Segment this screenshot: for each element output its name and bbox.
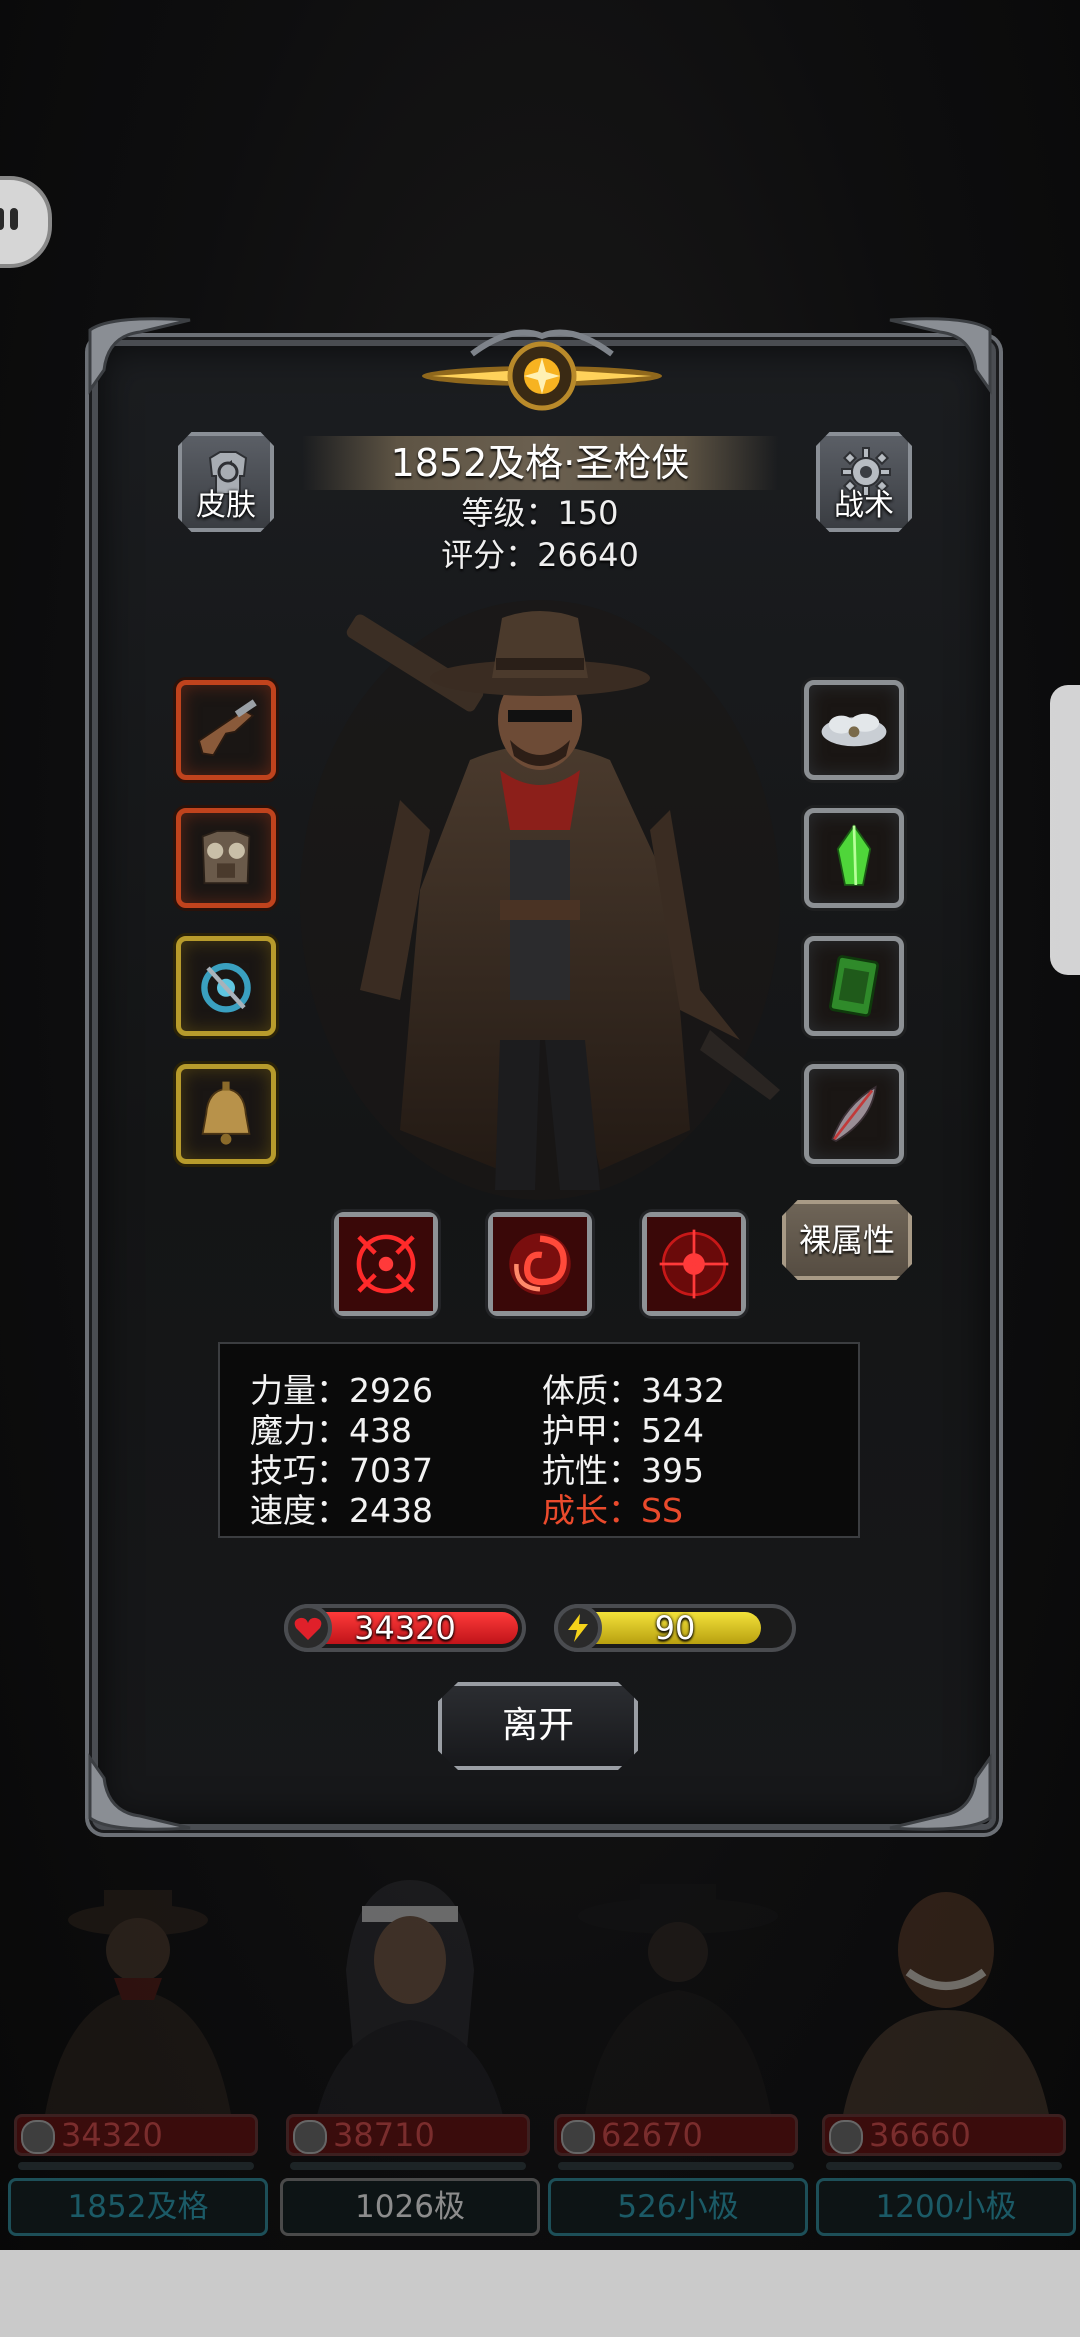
team-member-card[interactable]: 62670 526小极 (544, 1860, 812, 2260)
green-card-icon (829, 955, 879, 1017)
stat-growth: 成长：SS (542, 1491, 683, 1530)
hero-name: 1852及格·圣枪侠 (302, 436, 778, 490)
team-hp-value: 38710 (333, 2116, 435, 2154)
equipment-slot-amulet[interactable] (176, 936, 276, 1036)
team-progress-line (18, 2162, 254, 2170)
corner-ornament-icon (80, 1748, 200, 1838)
amulet-icon (201, 963, 251, 1013)
team-hp-bar: 38710 (286, 2114, 530, 2156)
tactics-button-label: 战术 (834, 488, 894, 523)
team-name-tab[interactable]: 1852及格 (8, 2178, 268, 2236)
vortex-skill-icon (493, 1217, 587, 1311)
team-hp-bar: 62670 (554, 2114, 798, 2156)
equipment-slot-charm[interactable] (804, 680, 904, 780)
team-progress-line (290, 2162, 526, 2170)
team-member-card[interactable]: 38710 1026极 (276, 1860, 544, 2260)
skill-slot[interactable] (642, 1212, 746, 1316)
team-name-tab[interactable]: 1026极 (280, 2178, 540, 2236)
team-hp-bar: 36660 (822, 2114, 1066, 2156)
equipment-slot-armor[interactable] (176, 808, 276, 908)
equipment-slot-weapon[interactable] (176, 680, 276, 780)
team-name-tab[interactable]: 1200小极 (816, 2178, 1076, 2236)
feather-icon (831, 1085, 877, 1143)
equipment-slot-feather[interactable] (804, 1064, 904, 1164)
target-skill-icon (647, 1217, 741, 1311)
hero-portrait-icon (316, 1880, 504, 2120)
cloud-charm-icon (821, 713, 887, 747)
tactics-button[interactable]: 战术 (816, 432, 912, 532)
team-progress-line (826, 2162, 1062, 2170)
bottom-strip (0, 2250, 1080, 2337)
bell-icon (201, 1081, 251, 1145)
skill-slot[interactable] (334, 1212, 438, 1316)
pistol-icon (197, 699, 257, 757)
team-progress-line (558, 2162, 794, 2170)
equipment-slot-card[interactable] (804, 936, 904, 1036)
hero-character-art (300, 600, 780, 1200)
skill-slot[interactable] (488, 1212, 592, 1316)
bare-attributes-button[interactable]: 裸属性 (782, 1200, 912, 1280)
crosshair-skill-icon (339, 1217, 433, 1311)
chest-armor-icon (201, 830, 251, 885)
team-member-card[interactable]: 36660 1200小极 (812, 1860, 1080, 2260)
assistant-eye-icon (10, 208, 18, 230)
equipment-slot-crystal[interactable] (804, 808, 904, 908)
hero-level: 等级：150 (461, 494, 619, 532)
hp-value: 34320 (354, 1609, 456, 1647)
green-crystal-icon (836, 824, 872, 886)
hero-portrait-icon (578, 1884, 778, 2120)
crest-emblem-icon (412, 314, 672, 434)
team-hp-bar: 34320 (14, 2114, 258, 2156)
stat-speed: 速度：2438 (250, 1491, 433, 1530)
hero-portrait-icon (44, 1890, 232, 2120)
corner-ornament-icon (80, 310, 200, 400)
team-hp-value: 62670 (601, 2116, 703, 2154)
team-hp-value: 36660 (869, 2116, 971, 2154)
team-member-card[interactable]: 34320 1852及格 (4, 1860, 272, 2260)
shield-icon (21, 2120, 55, 2154)
energy-value: 90 (654, 1609, 696, 1647)
team-name-tab[interactable]: 526小极 (548, 2178, 808, 2236)
leave-button[interactable]: 离开 (438, 1682, 638, 1770)
hero-portrait-icon (842, 1892, 1050, 2120)
skin-button-label: 皮肤 (196, 488, 256, 523)
shield-icon (293, 2120, 327, 2154)
energy-bar: 90 (554, 1604, 796, 1652)
corner-ornament-icon (880, 1748, 1000, 1838)
equipment-slot-bell[interactable] (176, 1064, 276, 1164)
assistant-eye-icon (0, 208, 4, 230)
side-drawer-handle[interactable] (1050, 685, 1080, 975)
stats-panel: 力量：2926 体质：3432 魔力：438 护甲：524 技巧：7037 抗性… (218, 1342, 860, 1538)
skin-button[interactable]: 皮肤 (178, 432, 274, 532)
team-hp-value: 34320 (61, 2116, 163, 2154)
shield-icon (829, 2120, 863, 2154)
shield-icon (561, 2120, 595, 2154)
hp-bar: 34320 (284, 1604, 526, 1652)
corner-ornament-icon (880, 310, 1000, 400)
